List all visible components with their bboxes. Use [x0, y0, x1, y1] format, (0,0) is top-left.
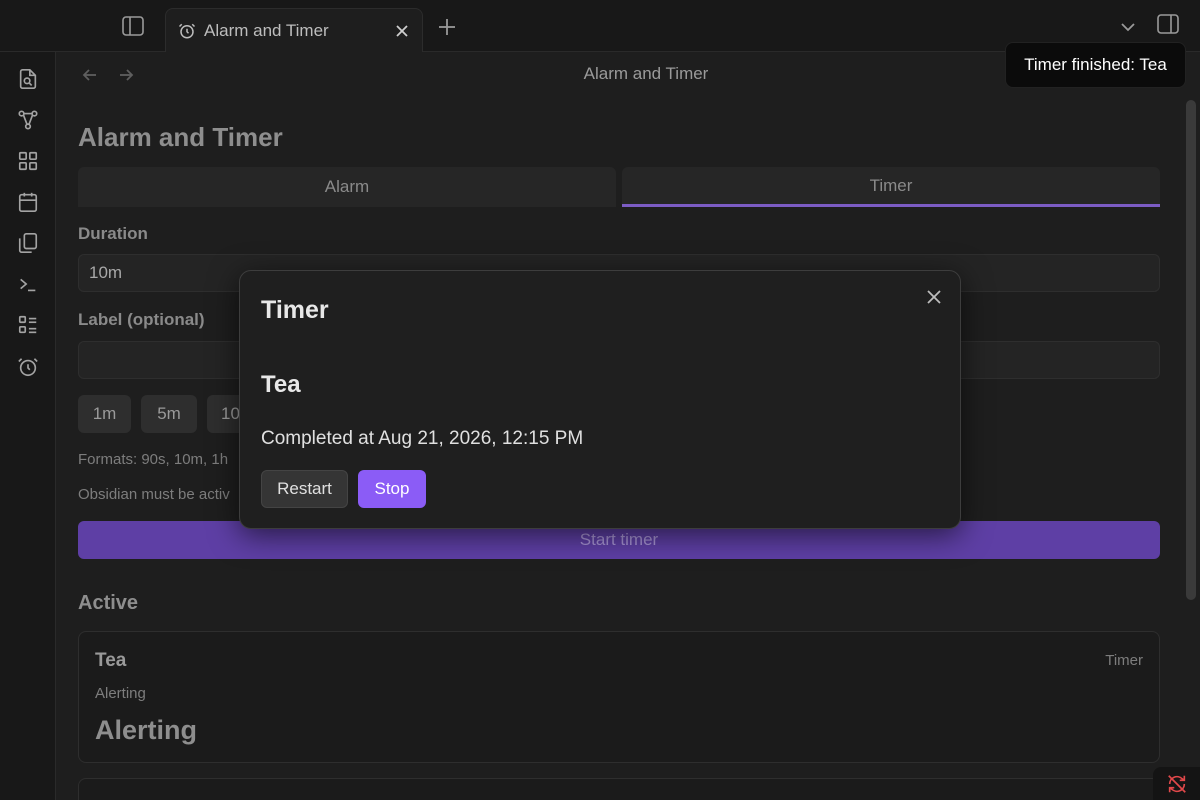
- preset-1m-button[interactable]: 1m: [78, 395, 131, 433]
- tab-alarm-and-timer[interactable]: Alarm and Timer: [165, 8, 423, 52]
- chevron-down-icon[interactable]: [1118, 18, 1138, 36]
- modal-title: Timer: [261, 296, 329, 324]
- timer-finished-modal: Timer Tea Completed at Aug 21, 2026, 12:…: [239, 270, 961, 529]
- notice-toast[interactable]: Timer finished: Tea: [1005, 42, 1186, 88]
- page-heading: Alarm and Timer: [78, 122, 283, 152]
- close-icon[interactable]: [924, 287, 944, 307]
- active-heading: Active: [78, 592, 139, 614]
- files-icon[interactable]: [17, 232, 39, 254]
- tab-alarm[interactable]: Alarm: [78, 167, 616, 207]
- active-item-card-2: [78, 778, 1160, 800]
- view-title: Alarm and Timer: [583, 64, 709, 83]
- active-hint: Obsidian must be activ: [78, 486, 230, 503]
- grid-icon[interactable]: [17, 150, 39, 172]
- list-icon[interactable]: [17, 314, 39, 336]
- left-ribbon: [0, 52, 56, 800]
- tab-title: Alarm and Timer: [204, 20, 329, 40]
- forward-arrow-icon[interactable]: [116, 65, 136, 85]
- active-item-title: Tea: [95, 650, 127, 671]
- back-arrow-icon[interactable]: [80, 65, 100, 85]
- active-item-status: Alerting: [95, 685, 146, 702]
- modal-completed-text: Completed at Aug 21, 2026, 12:15 PM: [261, 428, 584, 449]
- label-field-label: Label (optional): [78, 310, 205, 329]
- stop-button[interactable]: Stop: [358, 470, 426, 508]
- left-sidebar-toggle-icon[interactable]: [120, 14, 146, 38]
- terminal-icon[interactable]: [17, 273, 39, 295]
- new-tab-plus-icon[interactable]: [436, 16, 458, 38]
- right-sidebar-toggle-icon[interactable]: [1157, 14, 1183, 38]
- tab-timer[interactable]: Timer: [622, 167, 1160, 207]
- active-item-type: Timer: [1105, 652, 1143, 669]
- modal-timer-name: Tea: [261, 371, 301, 398]
- alarm-clock-icon[interactable]: [17, 356, 39, 378]
- graph-icon[interactable]: [17, 109, 39, 131]
- active-timer-card[interactable]: Tea Timer Alerting Alerting: [78, 631, 1160, 763]
- alarm-clock-icon: [178, 22, 196, 40]
- scrollbar-thumb[interactable]: [1186, 100, 1196, 600]
- active-item-big-status: Alerting: [95, 715, 198, 745]
- search-file-icon[interactable]: [17, 68, 39, 90]
- formats-hint: Formats: 90s, 10m, 1h: [78, 451, 229, 468]
- duration-label: Duration: [78, 224, 148, 243]
- calendar-icon[interactable]: [17, 191, 39, 213]
- restart-button[interactable]: Restart: [261, 470, 348, 508]
- preset-5m-button[interactable]: 5m: [141, 395, 197, 433]
- sync-error-icon[interactable]: [1153, 767, 1200, 800]
- close-tab-icon[interactable]: [392, 21, 412, 41]
